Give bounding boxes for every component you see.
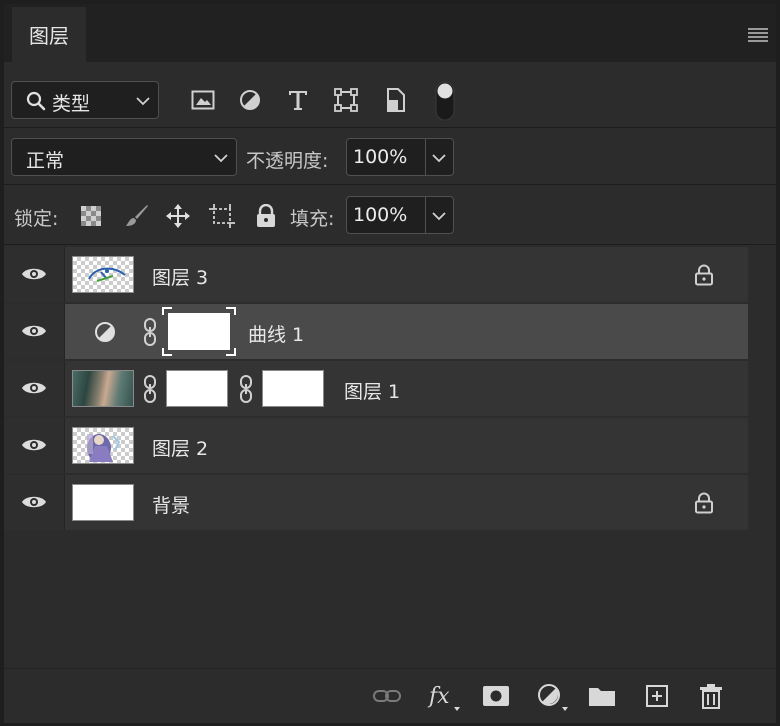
shape-filter-icon[interactable] — [334, 88, 358, 112]
filter-kind-select[interactable]: 类型 — [11, 81, 159, 119]
chevron-down-icon[interactable] — [432, 154, 446, 163]
delete-icon[interactable] — [698, 682, 724, 710]
lock-icon — [695, 264, 713, 286]
opacity-input[interactable]: 100% — [346, 138, 454, 176]
chain-link-icon[interactable] — [238, 374, 254, 404]
filter-kind-label: 类型 — [52, 93, 91, 115]
layer-name: 曲线 1 — [248, 324, 305, 346]
visibility-toggle[interactable] — [4, 418, 65, 473]
blend-mode-value: 正常 — [26, 150, 65, 172]
layer-name: 图层 3 — [152, 267, 209, 289]
adjustment-filter-icon[interactable] — [238, 88, 262, 112]
lock-transparent-pixels-icon[interactable] — [80, 205, 102, 227]
filter-toggle-icon[interactable] — [434, 80, 456, 122]
fill-label: 填充: — [290, 208, 335, 230]
adjustment-layer-icon — [95, 322, 115, 342]
layer-name: 背景 — [152, 495, 191, 517]
layer-name: 图层 1 — [344, 381, 401, 403]
chevron-down-icon[interactable] — [432, 212, 446, 221]
mask-selected-frame — [162, 307, 236, 356]
eye-icon — [22, 439, 46, 451]
layer-thumbnail — [72, 484, 134, 521]
image-filter-icon[interactable] — [190, 89, 216, 111]
new-group-icon[interactable] — [588, 684, 616, 708]
layer-row[interactable]: 图层 1 — [4, 361, 748, 416]
chevron-down-icon — [136, 97, 150, 106]
lock-artboard-icon[interactable] — [208, 203, 236, 229]
layers-panel: 图层 类型 正常 不透明度: 100% 锁定: 填充: 100% 图层 3 曲线… — [4, 4, 776, 723]
add-mask-icon[interactable] — [482, 684, 510, 708]
lock-all-icon[interactable] — [254, 203, 278, 229]
fill-input[interactable]: 100% — [346, 196, 454, 234]
chain-link-icon[interactable] — [142, 317, 158, 347]
new-layer-icon[interactable] — [644, 683, 670, 709]
visibility-toggle[interactable] — [4, 475, 65, 530]
eye-icon — [22, 496, 46, 508]
lock-image-pixels-icon[interactable] — [122, 203, 150, 229]
layer-thumbnail — [72, 256, 134, 293]
lock-position-icon[interactable] — [164, 202, 192, 230]
visibility-toggle[interactable] — [4, 361, 65, 416]
new-adjustment-icon[interactable] — [536, 682, 570, 712]
vector-mask-thumbnail[interactable] — [262, 370, 324, 407]
divider — [4, 244, 776, 245]
eye-icon — [22, 382, 46, 394]
layer-thumbnail — [72, 427, 134, 464]
layer-row-selected[interactable]: 曲线 1 — [4, 304, 748, 359]
tab-layers[interactable]: 图层 — [12, 7, 86, 62]
layer-thumbnail — [72, 370, 134, 407]
opacity-label: 不透明度: — [246, 150, 329, 172]
chain-link-icon[interactable] — [142, 374, 158, 404]
layer-row[interactable]: 图层 3 — [4, 247, 748, 302]
layer-row[interactable]: 图层 2 — [4, 418, 748, 473]
blend-mode-select[interactable]: 正常 — [11, 138, 237, 176]
fx-icon[interactable]: fx — [426, 681, 462, 713]
hamburger-menu-icon[interactable] — [748, 28, 768, 42]
eye-icon — [22, 325, 46, 337]
layer-name: 图层 2 — [152, 438, 209, 460]
search-icon — [26, 91, 46, 111]
svg-text:fx: fx — [427, 684, 450, 709]
visibility-toggle[interactable] — [4, 304, 65, 359]
bottom-toolbar: fx — [4, 668, 776, 723]
divider — [4, 127, 776, 128]
smart-object-filter-icon[interactable] — [384, 88, 408, 112]
fill-value: 100% — [353, 204, 408, 226]
chevron-down-icon — [214, 154, 228, 163]
opacity-value: 100% — [353, 146, 408, 168]
lock-icon — [695, 492, 713, 514]
lock-label: 锁定: — [14, 208, 59, 230]
layer-mask-thumbnail[interactable] — [166, 370, 228, 407]
visibility-toggle[interactable] — [4, 247, 65, 302]
tab-bar: 图层 — [4, 4, 776, 62]
type-filter-icon[interactable] — [286, 88, 310, 112]
layer-row[interactable]: 背景 — [4, 475, 748, 530]
link-layers-icon[interactable] — [372, 684, 402, 708]
layers-list: 图层 3 曲线 1 图层 1 图层 2 背景 — [4, 247, 748, 531]
divider — [4, 184, 776, 185]
tab-layers-label: 图层 — [29, 24, 69, 48]
eye-icon — [22, 268, 46, 280]
